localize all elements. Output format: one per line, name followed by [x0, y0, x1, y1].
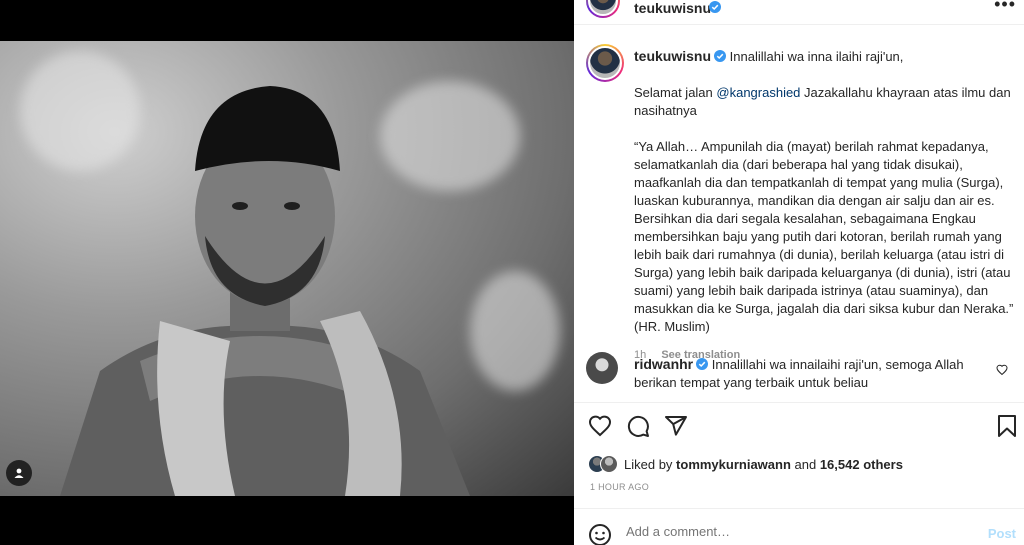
portrait-figure — [60, 86, 470, 496]
post-comment-button[interactable]: Post — [988, 526, 1016, 541]
header-divider — [574, 24, 1024, 25]
verified-badge-icon — [709, 1, 721, 13]
author-username[interactable]: teukuwisnu — [634, 0, 711, 16]
post-header: teukuwisnu ••• — [574, 0, 1024, 20]
tagged-users-button[interactable] — [6, 460, 32, 486]
caption-para3: “Ya Allah… Ampunilah dia (mayat) berilah… — [634, 139, 1014, 334]
likes-summary: Liked by tommykurniawann and 16,542 othe… — [588, 455, 903, 473]
likes-count-button[interactable]: 16,542 others — [820, 457, 903, 472]
post-actions — [586, 414, 1016, 440]
add-comment-bar: Post — [574, 520, 1024, 545]
verified-badge-icon — [696, 358, 709, 370]
caption-line1: Innalillahi wa inna ilaihi raji'un, — [729, 49, 904, 64]
caption-avatar[interactable] — [586, 44, 624, 82]
comment-text: ridwanhr Innalillahi wa innailaihi raji'… — [634, 355, 989, 392]
commenter-avatar[interactable] — [586, 352, 618, 384]
post-side-panel: teukuwisnu ••• teukuwisnu Innalillahi wa… — [574, 0, 1024, 545]
liker-avatar[interactable] — [600, 455, 618, 473]
likes-mid: and — [790, 456, 820, 472]
caption-text: teukuwisnu Innalillahi wa inna ilaihi ra… — [634, 47, 1014, 364]
post-image[interactable] — [0, 41, 574, 496]
caption-username[interactable]: teukuwisnu — [634, 48, 711, 64]
user-icon — [14, 468, 24, 478]
likes-prefix: Liked by — [624, 456, 677, 472]
more-options-icon[interactable]: ••• — [994, 0, 1016, 15]
caption-para2-pre: Selamat jalan — [634, 85, 717, 100]
mention-link[interactable]: @kangrashied — [716, 85, 800, 100]
commenter-username[interactable]: ridwanhr — [634, 356, 693, 372]
author-avatar[interactable] — [586, 0, 620, 18]
comment-input[interactable] — [626, 524, 956, 539]
save-bookmark-icon[interactable] — [996, 414, 1018, 438]
emoji-icon[interactable] — [588, 523, 612, 545]
post-timestamp[interactable]: 1 HOUR AGO — [590, 482, 649, 492]
verified-badge-icon — [714, 50, 727, 62]
likes-text: Liked by tommykurniawann and 16,542 othe… — [624, 457, 903, 472]
share-paper-plane-icon[interactable] — [664, 414, 688, 438]
like-heart-icon[interactable] — [588, 414, 612, 438]
comment-bubble-icon[interactable] — [626, 414, 650, 438]
actions-divider — [574, 402, 1024, 403]
like-comment-heart-icon[interactable] — [996, 364, 1008, 376]
comment-box-divider — [574, 508, 1024, 509]
liker-username[interactable]: tommykurniawann — [676, 457, 791, 472]
